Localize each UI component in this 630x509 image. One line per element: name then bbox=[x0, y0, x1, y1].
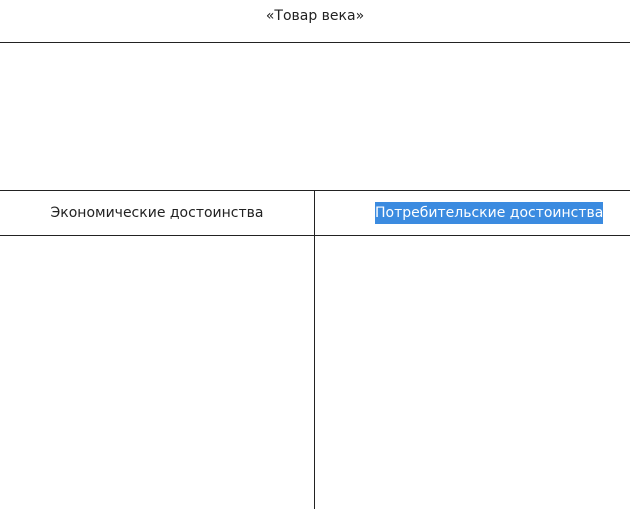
document-page: «Товар века» Экономические достоинства П… bbox=[0, 0, 630, 509]
table-cell-economic[interactable] bbox=[0, 236, 314, 509]
header-cell-consumer[interactable]: Потребительские достоинства bbox=[315, 191, 630, 235]
header-label-economic[interactable]: Экономические достоинства bbox=[51, 204, 264, 222]
comparison-table: Экономические достоинства Потребительски… bbox=[0, 190, 630, 509]
document-title[interactable]: «Товар века» bbox=[0, 7, 630, 25]
header-label-consumer-selected[interactable]: Потребительские достоинства bbox=[375, 202, 604, 224]
table-cell-consumer[interactable] bbox=[315, 236, 630, 509]
blank-space[interactable] bbox=[0, 43, 630, 190]
title-row: «Товар века» bbox=[0, 0, 630, 43]
header-cell-economic[interactable]: Экономические достоинства bbox=[0, 191, 314, 235]
column-divider bbox=[314, 191, 315, 509]
table-header-row: Экономические достоинства Потребительски… bbox=[0, 191, 630, 236]
